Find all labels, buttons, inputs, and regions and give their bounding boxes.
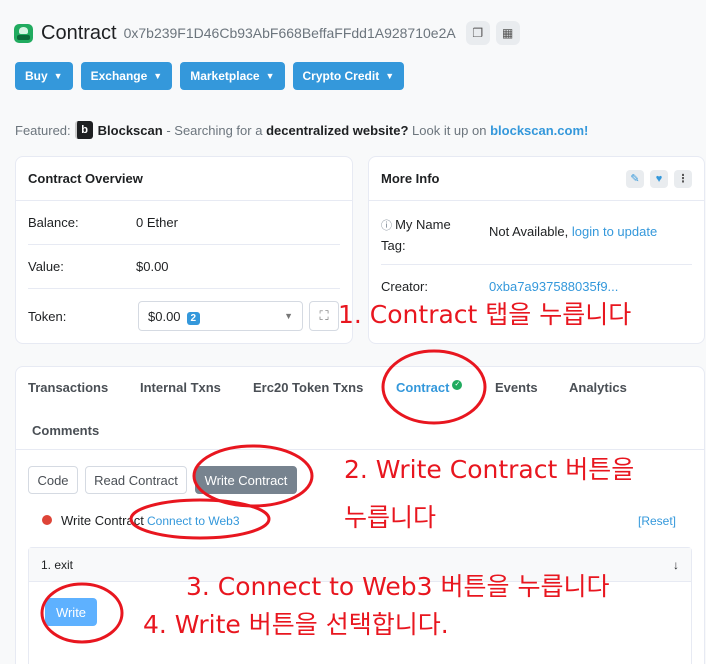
- action-menubar: Buy ▼ Exchange ▼ Marketplace ▼ Crypto Credi…: [15, 62, 405, 90]
- exchange-dropdown[interactable]: Exchange ▼: [80, 62, 173, 90]
- balance-row: Balance: 0 Ether: [28, 215, 340, 230]
- crypto-credit-dropdown[interactable]: Crypto Credit ▼: [292, 62, 405, 90]
- more-info-header: More Info ✎ ♥ ⋮: [369, 157, 704, 201]
- chevron-down-icon: ▼: [284, 311, 293, 321]
- featured-text: - Searching for a: [166, 122, 263, 138]
- tab-comments[interactable]: Comments: [32, 423, 99, 438]
- chevron-down-icon: ▼: [265, 71, 275, 81]
- tab-erc20-token-txns[interactable]: Erc20 Token Txns: [253, 380, 363, 395]
- tab-events[interactable]: Events: [495, 380, 538, 395]
- tab-contract[interactable]: Contract ✓: [396, 380, 463, 395]
- write-contract-label: Write Contract: [61, 513, 144, 528]
- token-count-badge: 2: [186, 311, 201, 325]
- token-select[interactable]: $0.00 2 ▼: [138, 301, 303, 331]
- heart-icon[interactable]: ♥: [650, 169, 668, 188]
- read-contract-button[interactable]: Read Contract: [85, 466, 187, 494]
- token-label: Token:: [28, 309, 67, 324]
- buy-label: Buy: [25, 69, 48, 83]
- page-header: Contract 0x7b239F1D46Cb93AbF668BeffaFFdd…: [14, 18, 526, 48]
- featured-text-2: Look it up on: [412, 122, 487, 138]
- write-button[interactable]: Write: [45, 598, 97, 626]
- creator-label: Creator:: [381, 279, 428, 294]
- card-title: Contract Overview: [16, 157, 352, 201]
- contract-overview-card: Contract Overview Balance: 0 Ether Value…: [15, 156, 353, 344]
- annotation-step2: 2. Write Contract 버튼을: [344, 455, 635, 484]
- marketplace-dropdown[interactable]: Marketplace ▼: [180, 62, 285, 90]
- value-row: Value: $0.00: [28, 259, 340, 274]
- write-contract-button[interactable]: Write Contract: [195, 466, 297, 494]
- featured-bold-text: decentralized website?: [266, 122, 409, 138]
- tab-contract-label: Contract: [396, 380, 450, 395]
- annotation-step4: 4. Write 버튼을 선택합니다.: [143, 610, 449, 639]
- crypto-credit-label: Crypto Credit: [302, 69, 380, 83]
- more-info-actions: ✎ ♥ ⋮: [626, 169, 692, 188]
- reset-link[interactable]: [Reset]: [638, 514, 676, 528]
- balance-value: 0 Ether: [136, 215, 178, 230]
- chevron-down-icon: ▼: [385, 71, 395, 81]
- card-title: More Info: [381, 171, 440, 186]
- name-tag-label: ⓘ My Name Tag:: [381, 215, 489, 255]
- connect-to-web3-link[interactable]: Connect to Web3: [147, 514, 240, 528]
- method-name: 1. exit: [41, 557, 74, 572]
- buy-dropdown[interactable]: Buy ▼: [15, 62, 73, 90]
- blockscan-link[interactable]: blockscan.com!: [490, 123, 588, 138]
- name-tag-label-line2: Tag:: [381, 238, 406, 253]
- name-tag-status: Not Available,: [489, 224, 569, 239]
- divider: [381, 264, 692, 265]
- balance-label: Balance:: [28, 215, 79, 230]
- contract-address: 0x7b239F1D46Cb93AbF668BeffaFFdd1A928710e…: [123, 25, 456, 41]
- more-options-icon[interactable]: ⋮: [674, 169, 692, 188]
- value-value: $0.00: [136, 259, 169, 274]
- tab-transactions[interactable]: Transactions: [28, 380, 108, 395]
- name-tag-label-line1: My Name: [395, 217, 451, 232]
- featured-label: Featured:: [15, 122, 71, 138]
- question-icon: ⓘ: [381, 220, 396, 232]
- creator-address-link[interactable]: 0xba7a937588035f9...: [489, 279, 618, 294]
- value-label: Value:: [28, 259, 64, 274]
- blockscan-logo-icon: b: [74, 121, 93, 139]
- tab-internal-txns[interactable]: Internal Txns: [140, 380, 221, 395]
- divider: [28, 288, 340, 289]
- marketplace-label: Marketplace: [190, 69, 260, 83]
- chevron-down-icon: ▼: [153, 71, 163, 81]
- creator-row: Creator: 0xba7a937588035f9...: [381, 279, 692, 294]
- code-button[interactable]: Code: [28, 466, 78, 494]
- featured-brand[interactable]: Blockscan: [98, 123, 163, 138]
- disconnected-status-icon: [42, 515, 52, 525]
- exchange-label: Exchange: [90, 69, 148, 83]
- name-tag-value: Not Available, login to update: [489, 224, 657, 255]
- verified-check-icon: ✓: [452, 380, 463, 390]
- qr-icon[interactable]: ▦: [495, 21, 520, 45]
- chevron-down-icon: ▼: [53, 71, 63, 81]
- copy-icon[interactable]: ❐: [465, 21, 490, 45]
- featured-banner: Featured: b Blockscan - Searching for a …: [15, 121, 588, 139]
- magic-wand-icon[interactable]: ✎: [626, 169, 644, 188]
- annotation-step3: 3. Connect to Web3 버튼을 누릅니다: [186, 572, 610, 601]
- token-value: $0.00: [148, 308, 181, 324]
- login-to-update-link[interactable]: login to update: [572, 224, 657, 239]
- annotation-step1: 1. Contract 탭을 누릅니다: [338, 300, 632, 329]
- expand-icon[interactable]: ⛶: [309, 301, 339, 331]
- contract-logo-icon: [14, 23, 33, 43]
- divider: [28, 244, 340, 245]
- page-title: Contract: [41, 21, 117, 44]
- arrow-down-icon: ↓: [673, 557, 679, 572]
- annotation-step2-cont: 누릅니다: [344, 503, 437, 532]
- name-tag-row: ⓘ My Name Tag: Not Available, login to up…: [381, 215, 692, 255]
- tab-analytics[interactable]: Analytics: [569, 380, 627, 395]
